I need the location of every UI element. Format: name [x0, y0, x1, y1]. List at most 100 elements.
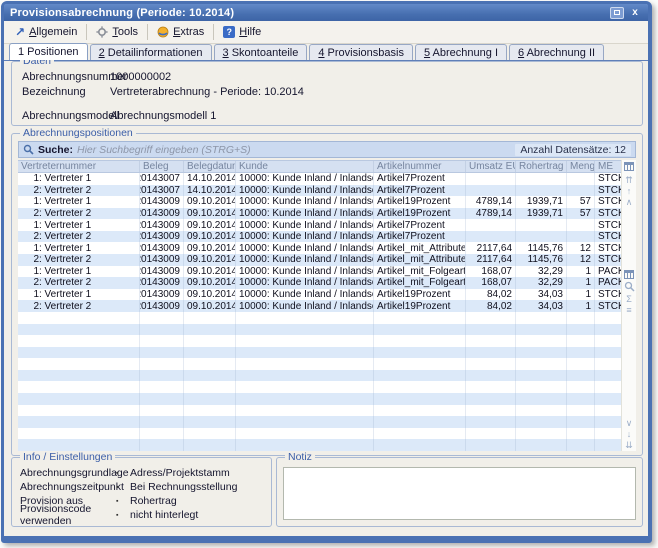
- table-cell: STCK: [595, 196, 623, 208]
- table-row[interactable]: 1 : Vertreter 12014300909.10.2014 /Do100…: [18, 219, 623, 231]
- menu-allgemein[interactable]: ↗ Allgemein: [8, 24, 84, 40]
- scroll-up-icon[interactable]: ↑: [627, 186, 632, 197]
- page-up-icon[interactable]: ∧: [626, 197, 633, 208]
- table-cell: 10000 : Kunde Inland / Inlandsort: [236, 196, 374, 208]
- col-header-vertreternummer[interactable]: Vertreternummer: [18, 161, 140, 172]
- table-row-empty[interactable]: [18, 347, 623, 359]
- table-cell: [184, 312, 236, 324]
- notiz-group: Notiz: [276, 457, 643, 527]
- table-row-empty[interactable]: [18, 416, 623, 428]
- col-header-artikelnummer[interactable]: Artikelnummer: [374, 161, 466, 172]
- table-cell: [567, 393, 595, 405]
- scroll-down-icon[interactable]: ↓: [627, 429, 632, 440]
- notiz-textarea[interactable]: [283, 467, 636, 520]
- record-count-badge: Anzahl Datensätze: 12: [515, 144, 631, 156]
- columns-icon[interactable]: [624, 270, 634, 279]
- table-row[interactable]: 1 : Vertreter 12014300714.10.2014 /Di100…: [18, 173, 623, 185]
- extras-ball-icon: [157, 26, 169, 38]
- table-row-empty[interactable]: [18, 335, 623, 347]
- table-row-empty[interactable]: [18, 370, 623, 382]
- table-cell: [567, 428, 595, 440]
- column-chooser-icon[interactable]: [624, 162, 634, 171]
- bezeichnung-value[interactable]: Vertreterabrechnung - Periode: 10.2014: [110, 86, 304, 99]
- table-cell: [516, 370, 567, 382]
- scroll-bottom-icon[interactable]: ⇊: [625, 440, 633, 451]
- col-header-rohertrag[interactable]: Rohertrag EUR: [516, 161, 567, 172]
- close-window-button[interactable]: x: [628, 7, 642, 19]
- field-abrechnungsmodell: Abrechnungsmodell Abrechnungsmodell 1: [22, 110, 632, 123]
- table-cell: [466, 358, 516, 370]
- table-cell: 1: [567, 277, 595, 289]
- table-cell: [236, 416, 374, 428]
- table-cell: 20143009: [140, 242, 184, 254]
- search-input[interactable]: Hier Suchbegriff eingeben (STRG+S): [77, 144, 511, 156]
- table-cell: 20143009: [140, 196, 184, 208]
- table-cell: 1: [567, 266, 595, 278]
- table-cell: Artikel7Prozent: [374, 173, 466, 185]
- table-cell: [140, 393, 184, 405]
- table-cell: [567, 219, 595, 231]
- abrechnungsnummer-value[interactable]: 1000000002: [110, 71, 171, 84]
- table-cell: [374, 393, 466, 405]
- col-header-belegdatum[interactable]: Belegdatum: [184, 161, 236, 172]
- menu-tools[interactable]: Tools: [89, 24, 145, 40]
- tab-detailinformationen[interactable]: 2 Detailinformationen: [90, 44, 212, 60]
- table-row-empty[interactable]: [18, 393, 623, 405]
- table-cell: 12: [567, 254, 595, 266]
- table-cell: [236, 335, 374, 347]
- table-row[interactable]: 1 : Vertreter 12014300909.10.2014 /Do100…: [18, 289, 623, 301]
- table-cell: 09.10.2014 /Do: [184, 289, 236, 301]
- positionen-legend: Abrechnungspositionen: [20, 127, 136, 139]
- col-header-beleg[interactable]: Beleg: [140, 161, 184, 172]
- col-header-me[interactable]: ME: [595, 161, 623, 172]
- table-cell: [466, 312, 516, 324]
- table-row-empty[interactable]: [18, 381, 623, 393]
- tab-abrechnung-i[interactable]: 5 Abrechnung I: [415, 44, 507, 60]
- table-row-empty[interactable]: [18, 312, 623, 324]
- abrechnungsmodell-value[interactable]: Abrechnungsmodell 1: [110, 110, 216, 123]
- table-cell: [374, 416, 466, 428]
- table-cell: [516, 185, 567, 197]
- table-cell: 20143009: [140, 300, 184, 312]
- table-row[interactable]: 1 : Vertreter 12014300909.10.2014 /Do100…: [18, 196, 623, 208]
- sum-icon[interactable]: Σ: [626, 294, 632, 305]
- table-row[interactable]: 2 : Vertreter 22014300909.10.2014 /Do100…: [18, 208, 623, 220]
- table-row-empty[interactable]: [18, 324, 623, 336]
- table-cell: 09.10.2014 /Do: [184, 208, 236, 220]
- table-search-icon[interactable]: [624, 281, 635, 292]
- table-cell: [466, 416, 516, 428]
- filter-icon[interactable]: ≡: [626, 305, 631, 316]
- col-header-umsatz[interactable]: Umsatz EUR: [466, 161, 516, 172]
- table-row[interactable]: 2 : Vertreter 22014300909.10.2014 /Do100…: [18, 254, 623, 266]
- scroll-top-icon[interactable]: ⇈: [625, 175, 633, 186]
- menu-extras[interactable]: Extras: [150, 24, 211, 40]
- table-row-empty[interactable]: [18, 358, 623, 370]
- info-value: Bei Rechnungsstellung: [130, 481, 237, 493]
- table-cell: STCK: [595, 231, 623, 243]
- tab-skontoanteile[interactable]: 3 Skontoanteile: [214, 44, 308, 60]
- col-header-menge[interactable]: Menge: [567, 161, 595, 172]
- table-cell: [236, 370, 374, 382]
- tab-abrechnung-ii[interactable]: 6 Abrechnung II: [509, 44, 604, 60]
- table-row-empty[interactable]: [18, 439, 623, 451]
- table-row-empty[interactable]: [18, 428, 623, 440]
- restore-window-button[interactable]: [610, 7, 624, 19]
- info-group: Info / Einstellungen Abrechnungsgrundlag…: [11, 457, 272, 527]
- table-row[interactable]: 2 : Vertreter 22014300714.10.2014 /Di100…: [18, 185, 623, 197]
- table-cell: 09.10.2014 /Do: [184, 231, 236, 243]
- table-row[interactable]: 1 : Vertreter 12014300909.10.2014 /Do100…: [18, 266, 623, 278]
- table-row-empty[interactable]: [18, 405, 623, 417]
- search-bar[interactable]: Suche: Hier Suchbegriff eingeben (STRG+S…: [18, 141, 636, 158]
- table-cell: 2 : Vertreter 2: [18, 277, 140, 289]
- menu-hilfe[interactable]: ? Hilfe: [216, 24, 268, 40]
- table-body: 1 : Vertreter 12014300714.10.2014 /Di100…: [18, 173, 623, 451]
- tab-positionen[interactable]: 1 Positionen: [9, 43, 88, 60]
- table-row[interactable]: 2 : Vertreter 22014300909.10.2014 /Do100…: [18, 231, 623, 243]
- table-cell: [374, 358, 466, 370]
- tab-provisionsbasis[interactable]: 4 Provisionsbasis: [309, 44, 413, 60]
- table-row[interactable]: 2 : Vertreter 22014300909.10.2014 /Do100…: [18, 277, 623, 289]
- col-header-kunde[interactable]: Kunde: [236, 161, 374, 172]
- table-row[interactable]: 1 : Vertreter 12014300909.10.2014 /Do100…: [18, 242, 623, 254]
- table-row[interactable]: 2 : Vertreter 22014300909.10.2014 /Do100…: [18, 300, 623, 312]
- page-down-icon[interactable]: ∨: [626, 418, 633, 429]
